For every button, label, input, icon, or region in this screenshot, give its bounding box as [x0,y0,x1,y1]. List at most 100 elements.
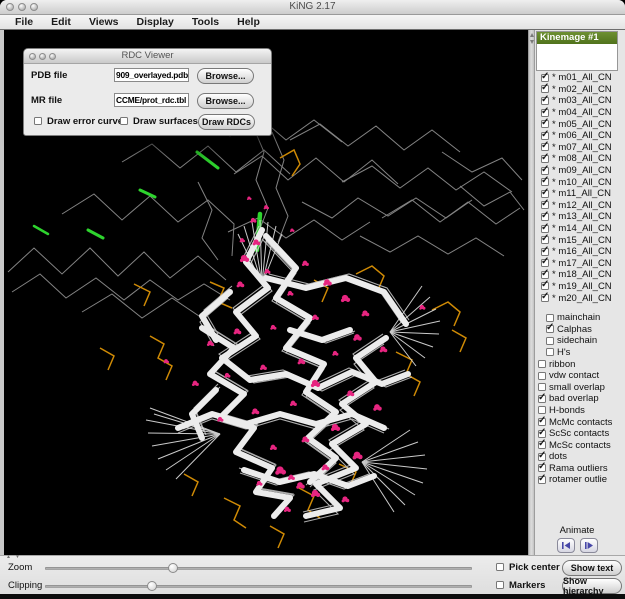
draw-surfaces-checkbox[interactable] [120,117,128,125]
group-checkbox[interactable] [541,259,549,267]
group-checkbox[interactable] [541,132,549,140]
group-checkbox[interactable] [541,167,549,175]
pick-center-label: Pick center [509,562,560,573]
group-row: ScSc contacts [535,428,625,440]
group-checkbox[interactable] [541,248,549,256]
zoom-slider[interactable] [45,567,472,570]
group-checkbox[interactable] [541,178,549,186]
group-label: * m18_All_CN [552,269,612,280]
green-highlight-segments [34,152,260,250]
group-checkbox[interactable] [538,453,546,461]
king-window: KiNG 2.17 FileEditViewsDisplayToolsHelp [0,0,625,599]
window-title: KiNG 2.17 [0,1,625,12]
group-label: * m20_All_CN [552,293,612,304]
group-checkbox[interactable] [541,294,549,302]
menu-display[interactable]: Display [128,16,183,29]
kinemage-listbox[interactable]: Kinemage #1 [536,31,618,71]
group-checkbox[interactable] [541,97,549,105]
group-checkbox[interactable] [546,337,554,345]
group-label: McMc contacts [549,417,612,428]
group-checkbox[interactable] [541,120,549,128]
group-checkbox[interactable] [538,430,546,438]
animate-step-back-button[interactable] [557,538,575,553]
markers-checkbox[interactable] [496,581,504,589]
group-row: vdw contact [535,370,625,382]
group-label: McSc contacts [549,440,611,451]
group-checkbox[interactable] [541,190,549,198]
pdb-browse-button[interactable]: Browse... [197,68,254,84]
mr-file-input[interactable]: CCME/prot_rdc.tbl [114,93,189,107]
group-label: ribbon [549,359,575,370]
group-checkbox[interactable] [541,213,549,221]
divider-expand-icon[interactable] [530,40,534,44]
show-hierarchy-button[interactable]: Show hierarchy [562,578,622,594]
dialog-title: RDC Viewer [24,50,271,61]
group-label: Rama outliers [549,463,608,474]
kinemage-list-item[interactable]: Kinemage #1 [537,32,617,44]
pick-center-checkbox[interactable] [496,563,504,571]
group-row: McMc contacts [535,416,625,428]
group-checkbox[interactable] [541,282,549,290]
animate-label: Animate [535,525,619,536]
menu-tools[interactable]: Tools [183,16,228,29]
group-checkbox[interactable] [541,155,549,163]
dialog-titlebar[interactable]: RDC Viewer [24,49,271,64]
group-label: * m16_All_CN [552,246,612,257]
group-checkbox[interactable] [546,348,554,356]
group-label: * m17_All_CN [552,258,612,269]
group-label: * m10_All_CN [552,177,612,188]
menu-edit[interactable]: Edit [42,16,80,29]
group-checkbox[interactable] [546,325,554,333]
group-label: * m14_All_CN [552,223,612,234]
group-checkbox[interactable] [541,109,549,117]
zoom-slider-thumb[interactable] [168,563,178,573]
group-checkbox[interactable] [541,143,549,151]
group-checkbox[interactable] [541,271,549,279]
menu-file[interactable]: File [6,16,42,29]
group-checkbox[interactable] [541,85,549,93]
vertical-split-divider[interactable] [528,30,535,556]
group-checkbox[interactable] [541,236,549,244]
group-label: * m03_All_CN [552,95,612,106]
draw-error-curves-checkbox[interactable] [34,117,42,125]
rdc-viewer-dialog[interactable]: RDC Viewer PDB file 909_overlayed.pdb Br… [23,48,272,136]
mr-browse-button[interactable]: Browse... [197,93,254,109]
group-label: * m13_All_CN [552,211,612,222]
show-text-button[interactable]: Show text [562,560,622,576]
group-checkbox-list: * m01_All_CN* m02_All_CN* m03_All_CN* m0… [535,72,625,486]
animate-step-forward-button[interactable] [580,538,598,553]
group-label: vdw contact [549,370,599,381]
group-checkbox[interactable] [538,406,546,414]
step-back-icon [561,541,571,550]
draw-rdcs-button[interactable]: Draw RDCs [198,114,255,130]
group-checkbox[interactable] [541,201,549,209]
group-checkbox[interactable] [541,225,549,233]
group-checkbox[interactable] [538,418,546,426]
group-label: * m11_All_CN [552,188,611,199]
group-label: * m12_All_CN [552,200,612,211]
clipping-slider-label: Clipping [8,580,42,591]
group-checkbox[interactable] [538,464,546,472]
group-checkbox[interactable] [538,441,546,449]
group-row: sidechain [535,335,625,347]
menu-views[interactable]: Views [80,16,128,29]
divider-collapse-icon[interactable] [530,33,534,37]
pdb-file-label: PDB file [31,70,67,81]
menu-help[interactable]: Help [228,16,269,29]
group-checkbox[interactable] [541,74,549,82]
group-checkbox[interactable] [538,395,546,403]
group-row: H-bonds [535,405,625,417]
group-checkbox[interactable] [538,372,546,380]
group-checkbox[interactable] [538,360,546,368]
sidebar: Kinemage #1 * m01_All_CN* m02_All_CN* m0… [535,30,625,556]
markers-label: Markers [509,580,545,591]
group-checkbox[interactable] [546,314,554,322]
clipping-slider-thumb[interactable] [147,581,157,591]
window-titlebar[interactable]: KiNG 2.17 [0,0,625,15]
pdb-file-input[interactable]: 909_overlayed.pdb [114,68,189,82]
clipping-slider[interactable] [45,585,472,588]
group-checkbox[interactable] [538,476,546,484]
group-label: * m02_All_CN [552,84,612,95]
group-label: * m08_All_CN [552,153,612,164]
group-checkbox[interactable] [538,383,546,391]
